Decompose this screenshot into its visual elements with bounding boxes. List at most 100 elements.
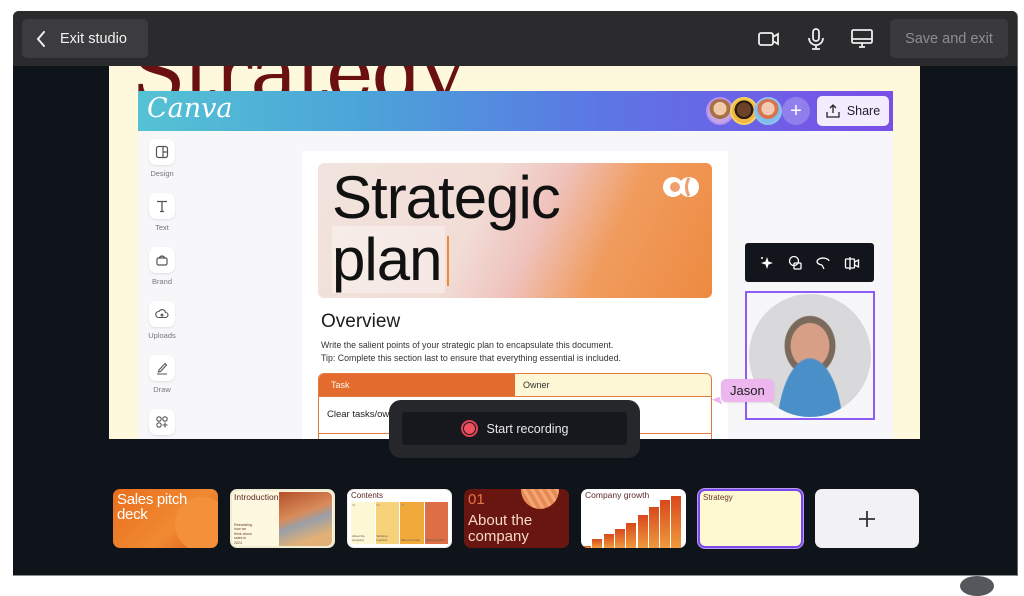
top-bar: Exit studio Save and exit xyxy=(13,11,1017,66)
floating-help-button[interactable] xyxy=(960,576,994,596)
video-stage: Strategy Canva + Share Design xyxy=(109,66,920,439)
share-label: Share xyxy=(846,104,881,118)
canva-logo: Canva xyxy=(147,93,233,124)
brand-icon xyxy=(156,255,168,266)
hero-banner[interactable]: Strategic plan xyxy=(318,163,712,298)
growth-bar-graphic xyxy=(581,496,683,548)
brand-logo-icon xyxy=(663,177,699,197)
table-header-row: Task Owner xyxy=(319,374,711,396)
growth-bar xyxy=(660,500,671,548)
presenter-toolbar xyxy=(745,243,874,282)
sidebar-item-brand[interactable]: Brand xyxy=(148,247,176,286)
share-button[interactable]: Share xyxy=(817,96,889,126)
contents-column: 02 Working together xyxy=(375,502,399,544)
screen-share-icon[interactable] xyxy=(850,27,874,51)
contents-column: 01 About the company xyxy=(351,502,375,544)
editor-header: Canva + Share xyxy=(138,91,893,131)
slide-title: Introduction xyxy=(234,492,279,502)
contents-column: 04 Sales forecast xyxy=(424,502,448,544)
growth-bar xyxy=(626,523,637,548)
text-icon xyxy=(157,200,167,213)
text-cursor xyxy=(447,236,450,286)
lasso-icon[interactable] xyxy=(816,255,832,271)
slide-thumbnail-selected[interactable]: Strategy xyxy=(698,489,803,548)
slide-title: About the company xyxy=(468,512,533,545)
sidebar-item-label: Text xyxy=(155,223,169,232)
growth-bar xyxy=(581,545,591,548)
overview-heading: Overview xyxy=(321,311,401,332)
exit-studio-label: Exit studio xyxy=(60,30,127,47)
growth-bar xyxy=(614,529,625,548)
add-page-button[interactable] xyxy=(815,489,919,548)
sidebar-item-draw[interactable]: Draw xyxy=(148,355,176,394)
flip-camera-icon[interactable] xyxy=(844,255,860,271)
overview-line: Write the salient points of your strateg… xyxy=(321,340,614,350)
magic-sparkle-icon[interactable] xyxy=(759,255,775,271)
share-upload-icon xyxy=(826,104,840,118)
hero-title[interactable]: Strategic plan xyxy=(332,164,561,293)
contents-label: Sales forecast xyxy=(425,537,445,542)
apps-icon xyxy=(156,416,168,428)
recording-panel: Start recording xyxy=(389,400,640,458)
growth-bar xyxy=(648,507,659,548)
slide-title: Strategy xyxy=(703,493,733,502)
overview-text: Write the salient points of your strateg… xyxy=(321,339,621,365)
growth-bar xyxy=(592,538,603,548)
sidebar-item-label: Draw xyxy=(153,385,171,394)
save-and-exit-button[interactable]: Save and exit xyxy=(890,19,1008,58)
contents-label: About the company xyxy=(352,534,365,542)
slide-thumbnail[interactable]: Company growth xyxy=(581,489,686,548)
collaborator-avatars: + xyxy=(706,97,810,125)
shell-graphic xyxy=(521,489,559,509)
add-collaborator-button[interactable]: + xyxy=(782,97,810,125)
contents-label: Meet the team xyxy=(401,537,421,542)
slide-title: Contents xyxy=(351,491,384,500)
slide-number: 01 xyxy=(468,491,485,508)
studio-window: Exit studio Save and exit Strategy Canva… xyxy=(13,11,1018,576)
layout-icon xyxy=(155,145,169,159)
contents-number: 04 xyxy=(425,503,429,507)
hero-title-line1: Strategic xyxy=(332,164,561,231)
contents-number: 01 xyxy=(352,503,356,507)
slide-subtitle: Reinstating how we think about sales in … xyxy=(234,523,252,545)
sidebar-item-text[interactable]: Text xyxy=(148,193,176,232)
camera-icon[interactable] xyxy=(757,27,781,51)
column-header-owner[interactable]: Owner xyxy=(515,374,711,396)
overview-tip: Tip: Complete this section last to ensur… xyxy=(321,353,621,363)
slide-title: Sales pitch deck xyxy=(117,491,188,523)
contents-number: 03 xyxy=(401,503,405,507)
sidebar-item-label: Design xyxy=(150,169,174,178)
sidebar-item-uploads[interactable]: Uploads xyxy=(148,301,176,340)
record-icon xyxy=(460,420,478,437)
microphone-icon[interactable] xyxy=(804,27,828,51)
slide-thumbnail[interactable]: Contents 01 About the company 02 Working to… xyxy=(347,489,452,548)
slide-thumbnail[interactable]: Sales pitch deck xyxy=(113,489,218,548)
growth-bar xyxy=(603,534,614,548)
contents-column: 03 Meet the team xyxy=(400,502,424,544)
upload-cloud-icon xyxy=(155,309,169,319)
exit-studio-button[interactable]: Exit studio xyxy=(22,19,148,58)
presenter-name-tag: Jason xyxy=(721,379,774,402)
chevron-left-icon xyxy=(36,30,45,47)
document-page[interactable]: Strategic plan Overview Write the salien… xyxy=(302,151,728,439)
sidebar-item-apps[interactable] xyxy=(148,409,176,435)
start-recording-button[interactable]: Start recording xyxy=(402,412,627,445)
sidebar-item-label: Brand xyxy=(151,277,172,286)
shape-icon[interactable] xyxy=(787,255,803,271)
slide-photo xyxy=(279,492,332,546)
sidebar-item-design[interactable]: Design xyxy=(148,139,176,178)
growth-bar xyxy=(637,514,648,548)
canva-editor-screen: Canva + Share Design Text Brand Uploads … xyxy=(138,91,893,439)
growth-bar xyxy=(671,496,682,548)
slide-thumbnail[interactable]: Introduction Reinstating how we think ab… xyxy=(230,489,335,548)
avatar[interactable] xyxy=(754,97,782,125)
slide-thumbnail[interactable]: 01 About the company xyxy=(464,489,569,548)
pen-icon xyxy=(157,362,168,375)
hero-title-line2: plan xyxy=(332,226,446,293)
contents-number: 02 xyxy=(376,503,380,507)
contents-label: Working together xyxy=(376,534,388,542)
plus-icon xyxy=(859,510,875,527)
left-side-panel: Design Text Brand Uploads Draw xyxy=(138,131,186,439)
contents-columns: 01 About the company 02 Working together 03 M… xyxy=(351,502,448,544)
column-header-task[interactable]: Task xyxy=(319,374,515,396)
